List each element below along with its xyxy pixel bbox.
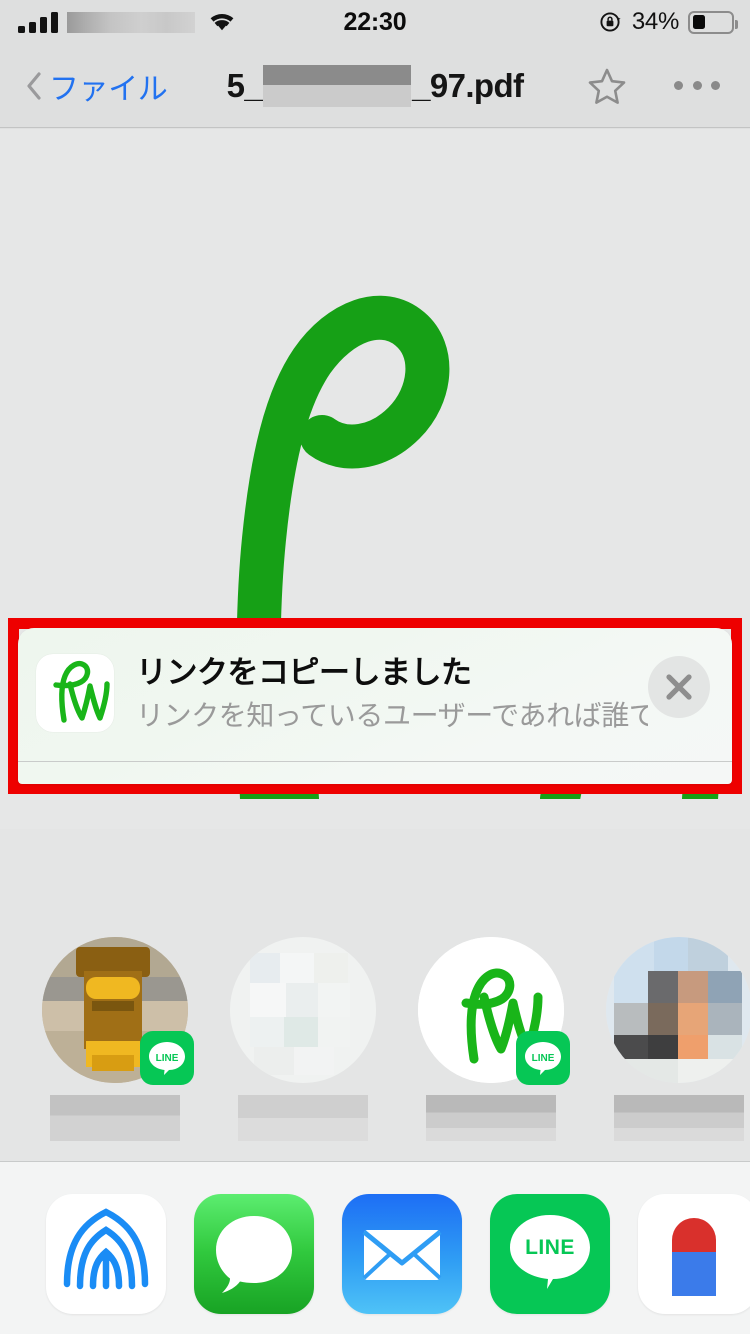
line-badge-icon: LINE (140, 1031, 194, 1085)
share-app-partial[interactable] (624, 1194, 750, 1330)
battery-icon (688, 10, 738, 34)
avatar (606, 937, 750, 1083)
chevron-left-icon (26, 71, 42, 100)
page-title-redacted (263, 64, 412, 107)
partial-app-icon (638, 1194, 750, 1314)
back-button-label: ファイル (49, 72, 168, 106)
share-app-label: AirDrop (65, 1330, 147, 1334)
page-title-suffix: _97.pdf (412, 66, 524, 104)
share-app-label: メール (365, 1330, 439, 1334)
status-bar-right: 34% (599, 0, 738, 44)
share-app-mail[interactable]: メール (328, 1194, 476, 1334)
battery-percentage: 34% (631, 8, 679, 35)
rotation-lock-icon (599, 10, 623, 34)
navigation-bar: ファイル 5_ _97.pdf (0, 44, 750, 128)
contact-name-redacted (50, 1095, 180, 1141)
contact-name-redacted (238, 1095, 368, 1141)
avatar (230, 937, 376, 1083)
avatar: LINE (418, 937, 570, 1085)
share-app-label: LINE (523, 1330, 577, 1334)
contact-suggestions-row[interactable]: LINE LINE (0, 800, 750, 1161)
share-apps-row[interactable]: AirDrop メッセージ (0, 1162, 750, 1334)
more-horizontal-icon[interactable] (674, 66, 720, 106)
contact-name-redacted (426, 1095, 556, 1141)
messages-icon (194, 1194, 314, 1314)
svg-text:LINE: LINE (525, 1236, 575, 1259)
page-title-prefix: 5_ (226, 66, 263, 104)
contact-suggestion-3[interactable]: LINE (418, 937, 570, 1141)
contact-suggestions-list: LINE LINE (0, 800, 750, 1141)
line-icon: LINE (490, 1194, 610, 1314)
notification-title: リンクをコピーしました (136, 655, 472, 690)
iphone-screen: 22:30 34% ファイル 5_ _97.pdf LINE LINE LINE… (0, 0, 750, 1334)
svg-text:LINE: LINE (532, 1053, 555, 1064)
avatar-image-blurred-person-photo (606, 937, 750, 1083)
line-badge-icon: LINE (516, 1031, 570, 1085)
share-app-airdrop[interactable]: AirDrop (32, 1194, 180, 1334)
share-app-label: メッセージ (193, 1330, 316, 1334)
avatar-image-blurred-photo (230, 937, 376, 1083)
contact-suggestion-2[interactable] (230, 937, 376, 1141)
close-icon[interactable] (648, 656, 710, 718)
airdrop-icon (46, 1194, 166, 1314)
avatar: LINE (42, 937, 194, 1085)
notification-subtitle: リンクを知っているユーザーであれば誰で… (136, 699, 648, 731)
notification-body: リンクをコピーしました リンクを知っているユーザーであれば誰で… (136, 655, 648, 731)
status-bar: 22:30 34% (0, 0, 750, 44)
contact-suggestion-1[interactable]: LINE (42, 937, 194, 1141)
share-sheet-apps-section: AirDrop メッセージ (0, 1161, 750, 1334)
share-app-line[interactable]: LINE LINE (476, 1194, 624, 1334)
fw-app-icon (36, 654, 114, 732)
star-outline-icon[interactable] (587, 66, 627, 106)
share-app-messages[interactable]: メッセージ (180, 1194, 328, 1334)
copy-link-notification-banner[interactable]: リンクをコピーしました リンクを知っているユーザーであれば誰で… (18, 628, 732, 784)
svg-text:LINE: LINE (156, 1053, 179, 1064)
contact-suggestion-4[interactable] (606, 937, 750, 1141)
back-to-files-button[interactable]: ファイル (26, 64, 168, 108)
contact-name-redacted (614, 1095, 744, 1141)
mail-icon (342, 1194, 462, 1314)
